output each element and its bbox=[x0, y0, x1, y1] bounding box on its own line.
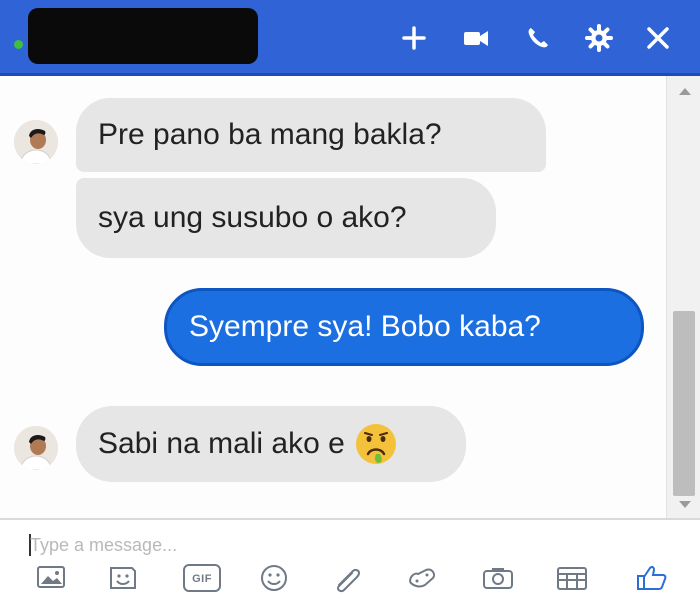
chat-header bbox=[0, 0, 700, 76]
camera-icon bbox=[483, 568, 513, 589]
redacted-contact-name bbox=[28, 8, 258, 64]
video-call-icon bbox=[464, 31, 488, 46]
attach-file-button[interactable] bbox=[330, 562, 366, 594]
gif-label: GIF bbox=[192, 573, 212, 585]
calendar-icon bbox=[557, 567, 587, 590]
like-icon bbox=[637, 565, 667, 590]
close-icon bbox=[647, 27, 669, 49]
game-controller-icon bbox=[409, 568, 436, 588]
incoming-message: Sabi na mali ako e bbox=[76, 406, 466, 482]
message-input[interactable] bbox=[30, 532, 590, 558]
emoji-button[interactable] bbox=[256, 562, 292, 594]
add-people-button[interactable] bbox=[398, 22, 430, 54]
message-list: Pre pano ba mang bakla? sya ung susubo o… bbox=[0, 76, 666, 518]
message-text: Sabi na mali ako e bbox=[98, 427, 345, 460]
incoming-message: sya ung susubo o ako? bbox=[76, 178, 496, 258]
video-call-button[interactable] bbox=[460, 22, 492, 54]
emoji-icon bbox=[261, 565, 287, 591]
add-icon bbox=[402, 26, 426, 50]
contact-avatar bbox=[14, 426, 58, 470]
incoming-message: Pre pano ba mang bakla? bbox=[76, 98, 546, 172]
close-chat-button[interactable] bbox=[642, 22, 674, 54]
games-button[interactable] bbox=[404, 562, 440, 594]
attachment-icon bbox=[336, 568, 361, 593]
gif-button[interactable]: GIF bbox=[180, 562, 224, 594]
message-scrollbar[interactable] bbox=[666, 76, 700, 518]
sick-face-emoji bbox=[355, 424, 396, 464]
send-photo-button[interactable] bbox=[34, 562, 70, 594]
gif-icon: GIF bbox=[183, 564, 221, 592]
plan-event-button[interactable] bbox=[554, 562, 590, 594]
sticker-icon bbox=[110, 567, 136, 589]
outgoing-message: Syempre sya! Bobo kaba? bbox=[164, 288, 644, 366]
sticker-button[interactable] bbox=[105, 562, 141, 594]
camera-button[interactable] bbox=[480, 562, 516, 594]
settings-icon bbox=[585, 24, 613, 52]
contact-avatar bbox=[14, 120, 58, 164]
scrollbar-thumb[interactable] bbox=[673, 311, 695, 496]
message-composer: GIF bbox=[0, 518, 700, 597]
phone-icon bbox=[528, 28, 548, 48]
scroll-down-icon[interactable] bbox=[679, 501, 691, 508]
settings-button[interactable] bbox=[583, 22, 615, 54]
online-status-dot bbox=[14, 40, 23, 49]
send-like-button[interactable] bbox=[634, 562, 670, 594]
photo-icon bbox=[37, 566, 65, 588]
scroll-up-icon[interactable] bbox=[679, 88, 691, 95]
voice-call-button[interactable] bbox=[522, 22, 554, 54]
